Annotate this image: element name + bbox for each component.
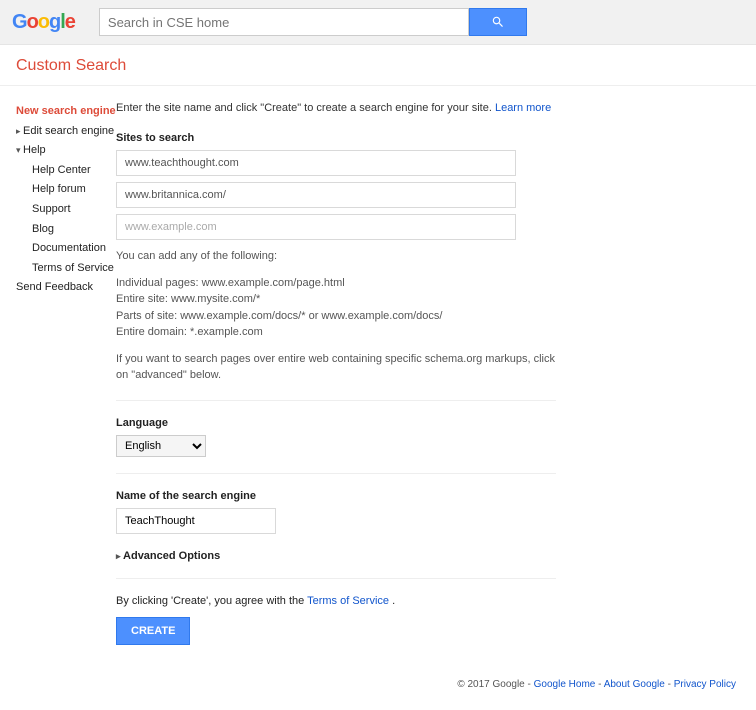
engine-name-input[interactable] — [116, 508, 276, 534]
sites-label: Sites to search — [116, 132, 556, 144]
sidebar-new-engine[interactable]: New search engine — [16, 102, 116, 122]
sidebar-tos[interactable]: Terms of Service — [16, 259, 116, 279]
instruction-text: Enter the site name and click "Create" t… — [116, 102, 556, 114]
search-icon — [491, 15, 505, 29]
language-label: Language — [116, 417, 556, 429]
search-form — [99, 8, 527, 36]
divider-1 — [116, 400, 556, 401]
google-logo[interactable]: Google — [12, 11, 75, 34]
agree-suffix: . — [389, 595, 395, 607]
footer-about-link[interactable]: About Google — [604, 679, 665, 690]
help-intro: You can add any of the following: — [116, 248, 556, 265]
divider-2 — [116, 473, 556, 474]
main-panel: Enter the site name and click "Create" t… — [116, 102, 556, 665]
sidebar-help[interactable]: Help — [16, 141, 116, 161]
title-bar: Custom Search — [0, 45, 756, 86]
agree-prefix: By clicking 'Create', you agree with the — [116, 595, 307, 607]
help-schema: If you want to search pages over entire … — [116, 351, 556, 384]
product-title: Custom Search — [16, 57, 740, 75]
top-bar: Google — [0, 0, 756, 45]
sites-help: You can add any of the following: Indivi… — [116, 248, 556, 384]
agree-text: By clicking 'Create', you agree with the… — [116, 595, 556, 607]
footer-privacy-link[interactable]: Privacy Policy — [674, 679, 736, 690]
site-input-3[interactable] — [116, 214, 516, 240]
sidebar-support[interactable]: Support — [16, 200, 116, 220]
divider-3 — [116, 578, 556, 579]
create-button[interactable]: CREATE — [116, 617, 190, 645]
sidebar-send-feedback[interactable]: Send Feedback — [16, 278, 116, 298]
footer-copyright: © 2017 Google — [457, 679, 524, 690]
sidebar-edit-engine[interactable]: Edit search engine — [16, 122, 116, 142]
search-button[interactable] — [469, 8, 527, 36]
sidebar-documentation[interactable]: Documentation — [16, 239, 116, 259]
sidebar-help-center[interactable]: Help Center — [16, 161, 116, 181]
help-lines: Individual pages: www.example.com/page.h… — [116, 275, 556, 341]
sidebar: New search engine Edit search engine Hel… — [16, 102, 116, 665]
advanced-options-toggle[interactable]: Advanced Options — [116, 550, 556, 562]
footer: © 2017 Google - Google Home - About Goog… — [0, 665, 756, 710]
site-input-1[interactable] — [116, 150, 516, 176]
sidebar-blog[interactable]: Blog — [16, 220, 116, 240]
learn-more-link[interactable]: Learn more — [495, 102, 551, 114]
instruction-inline: Enter the site name and click "Create" t… — [116, 102, 495, 114]
tos-link[interactable]: Terms of Service — [307, 595, 389, 607]
sidebar-help-forum[interactable]: Help forum — [16, 180, 116, 200]
language-select[interactable]: English — [116, 435, 206, 457]
search-input[interactable] — [99, 8, 469, 36]
name-label: Name of the search engine — [116, 490, 556, 502]
footer-home-link[interactable]: Google Home — [534, 679, 596, 690]
site-input-2[interactable] — [116, 182, 516, 208]
